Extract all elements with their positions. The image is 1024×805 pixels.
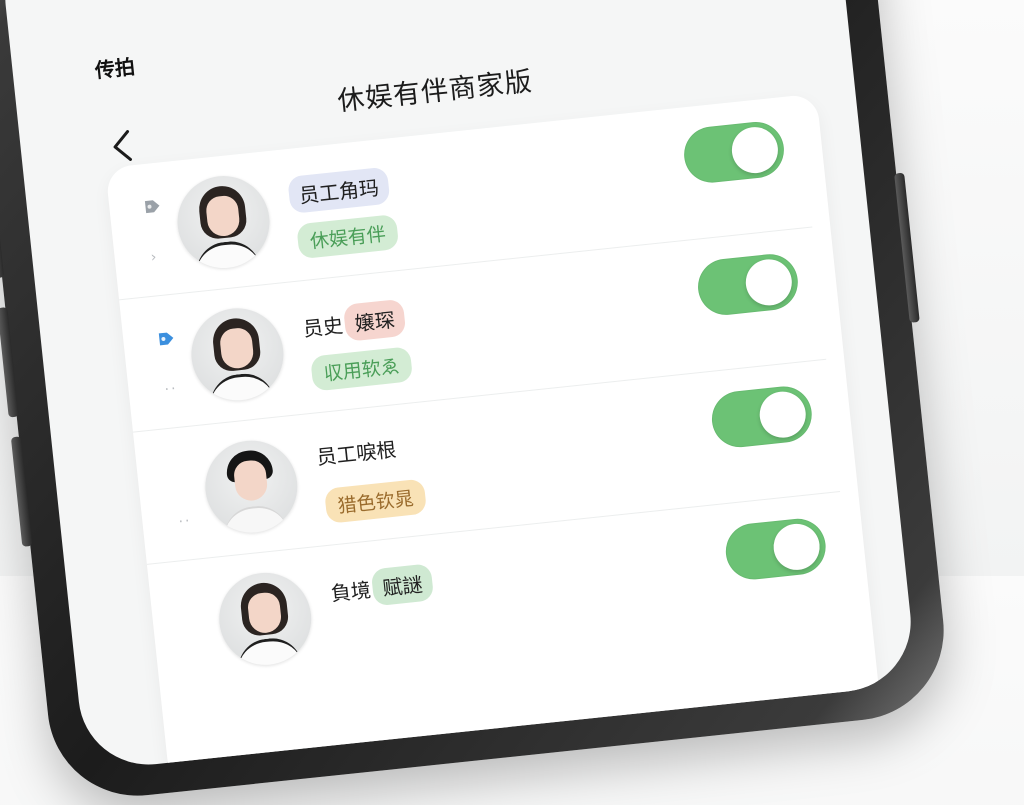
status-badge: 猎色钦晁: [323, 478, 428, 524]
phone-frame: 传拍 休娱有伴商家版 › 员工角玛 休娱有伴 ·· 员史 嬢琛 収用软ゑ ·· …: [0, 0, 953, 805]
staff-role: 嬢琛: [342, 298, 407, 342]
status-badge: 休娱有伴: [296, 213, 400, 260]
tag-icon: [158, 332, 174, 346]
more-dots-icon[interactable]: ··: [164, 381, 179, 398]
staff-toggle[interactable]: [681, 119, 787, 186]
toggle-knob: [757, 389, 808, 440]
status-badge: 収用软ゑ: [310, 346, 414, 392]
staff-toggle[interactable]: [695, 251, 801, 318]
toggle-knob: [771, 521, 822, 573]
phone-screen: 传拍 休娱有伴商家版 › 员工角玛 休娱有伴 ·· 员史 嬢琛 収用软ゑ ·· …: [0, 0, 918, 772]
staff-card: › 员工角玛 休娱有伴 ·· 员史 嬢琛 収用软ゑ ·· 员工唳根 猎色钦晁 負…: [105, 93, 882, 772]
tag-icon: [144, 200, 160, 214]
staff-name: 员工唳根: [315, 437, 398, 470]
more-dots-icon[interactable]: ··: [178, 513, 193, 530]
toggle-knob: [743, 257, 795, 308]
avatar: [214, 568, 316, 670]
expand-chevron-icon[interactable]: ›: [150, 249, 159, 266]
mute-switch: [0, 207, 5, 279]
avatar: [172, 171, 275, 273]
staff-toggle[interactable]: [709, 383, 815, 450]
avatar: [200, 436, 302, 538]
staff-toggle[interactable]: [723, 516, 829, 583]
staff-name: 負境: [329, 577, 373, 606]
toggle-knob: [729, 124, 781, 176]
volume-down-button: [10, 436, 33, 547]
staff-name: 员工角玛: [287, 166, 391, 214]
power-button: [894, 172, 920, 323]
volume-up-button: [0, 307, 19, 418]
avatar: [186, 303, 288, 405]
staff-name: 员史: [301, 313, 345, 342]
staff-role: 赋謎: [370, 563, 435, 607]
